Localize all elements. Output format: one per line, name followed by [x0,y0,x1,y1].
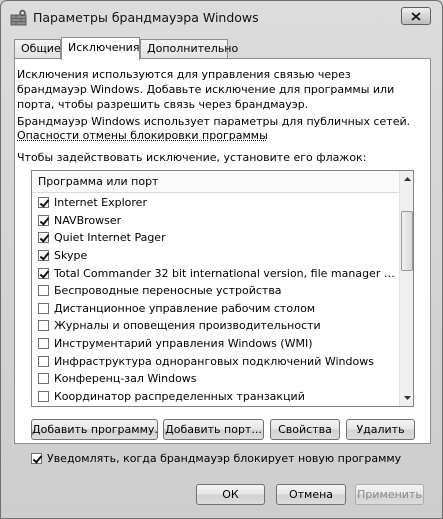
item-label: Quiet Internet Pager [54,231,166,245]
item-checkbox[interactable] [38,302,49,314]
item-checkbox[interactable] [38,320,49,332]
ok-button[interactable]: ОК [196,484,265,505]
window-title: Параметры брандмауэра Windows [33,10,259,25]
scroll-up-arrow[interactable] [400,171,413,187]
item-label: Инструментарий управления Windows (WMI) [54,337,313,351]
list-item[interactable]: Беспроводные переносные устройства [32,282,399,300]
scroll-thumb[interactable] [401,211,413,271]
notify-label: Уведомлять, когда брандмауэр блокирует н… [47,452,402,465]
list-item[interactable]: Конференц-зал Windows [32,370,399,388]
item-checkbox[interactable] [38,214,49,226]
firewall-settings-window: Параметры брандмауэра Windows Общие Искл… [0,0,443,519]
add-program-button[interactable]: Добавить программу... [31,419,158,440]
item-checkbox[interactable] [38,373,49,385]
exceptions-list[interactable]: Программа или порт Internet Explorer NAVB… [31,170,414,407]
item-checkbox[interactable] [38,267,49,279]
column-header[interactable]: Программа или порт [32,171,399,193]
list-item[interactable]: Quiet Internet Pager [32,229,399,247]
instruction-text: Чтобы задействовать исключение, установи… [17,151,367,164]
arrow-up-icon [404,177,411,181]
delete-button[interactable]: Удалить [346,419,415,440]
item-label: Конференц-зал Windows [54,372,197,386]
exceptions-description: Исключения используются для управления с… [17,68,395,111]
arrow-down-icon [404,396,411,400]
vertical-scrollbar[interactable] [399,171,413,406]
item-label: Дистанционное управление рабочим столом [54,301,316,315]
list-rows: Internet Explorer NAVBrowser Quiet Interne… [32,194,399,406]
tab-exceptions[interactable]: Исключения [61,37,140,60]
firewall-icon [10,9,27,26]
item-label: Internet Explorer [54,196,147,210]
item-label: Журналы и оповещения производительности [54,319,321,333]
item-checkbox[interactable] [38,390,49,402]
add-port-button[interactable]: Добавить порт... [163,419,264,440]
cancel-button[interactable]: Отмена [276,484,346,505]
list-item[interactable]: Инструментарий управления Windows (WMI) [32,335,399,353]
item-checkbox[interactable] [38,197,49,209]
close-button[interactable] [401,7,431,25]
list-item[interactable]: Internet Explorer [32,194,399,212]
item-checkbox[interactable] [38,355,49,367]
tab-general[interactable]: Общие [14,39,61,59]
item-label: NAVBrowser [54,213,122,227]
tab-strip: Общие Исключения Дополнительно [14,37,434,60]
list-item[interactable]: Total Commander 32 bit international ver… [32,264,399,282]
item-checkbox[interactable] [38,338,49,350]
list-item[interactable]: Журналы и оповещения производительности [32,317,399,335]
properties-button[interactable]: Свойства [270,419,340,440]
item-checkbox[interactable] [38,250,49,262]
item-label: Беспроводные переносные устройства [54,284,282,298]
list-item[interactable]: Skype [32,247,399,265]
list-item[interactable]: Кэширование членов одноранговой группы B… [32,405,399,406]
scroll-down-arrow[interactable] [400,390,413,406]
profile-note-text: Брандмауэр Windows использует параметры … [17,115,411,128]
list-item[interactable]: Инфраструктура одноранговых подключений … [32,352,399,370]
list-item[interactable]: Координатор распределенных транзакций [32,388,399,406]
unblock-risk-link[interactable]: Опасности отмены блокировки программы [17,129,417,143]
item-label: Инфраструктура одноранговых подключений … [54,354,374,368]
list-item[interactable]: NAVBrowser [32,212,399,230]
item-checkbox[interactable] [38,285,49,297]
tab-advanced[interactable]: Дополнительно [140,39,238,59]
item-label: Total Commander 32 bit international ver… [54,266,399,280]
item-checkbox[interactable] [38,232,49,244]
close-icon [411,11,421,21]
item-label: Skype [54,249,88,263]
apply-button[interactable]: Применить [355,484,424,505]
item-label: Координатор распределенных транзакций [54,389,305,403]
notify-option[interactable]: Уведомлять, когда брандмауэр блокирует н… [31,452,401,465]
list-item[interactable]: Дистанционное управление рабочим столом [32,300,399,318]
notify-checkbox[interactable] [31,453,42,464]
network-profile-note: Брандмауэр Windows использует параметры … [17,115,417,143]
title-bar[interactable]: Параметры брандмауэра Windows [1,1,442,33]
